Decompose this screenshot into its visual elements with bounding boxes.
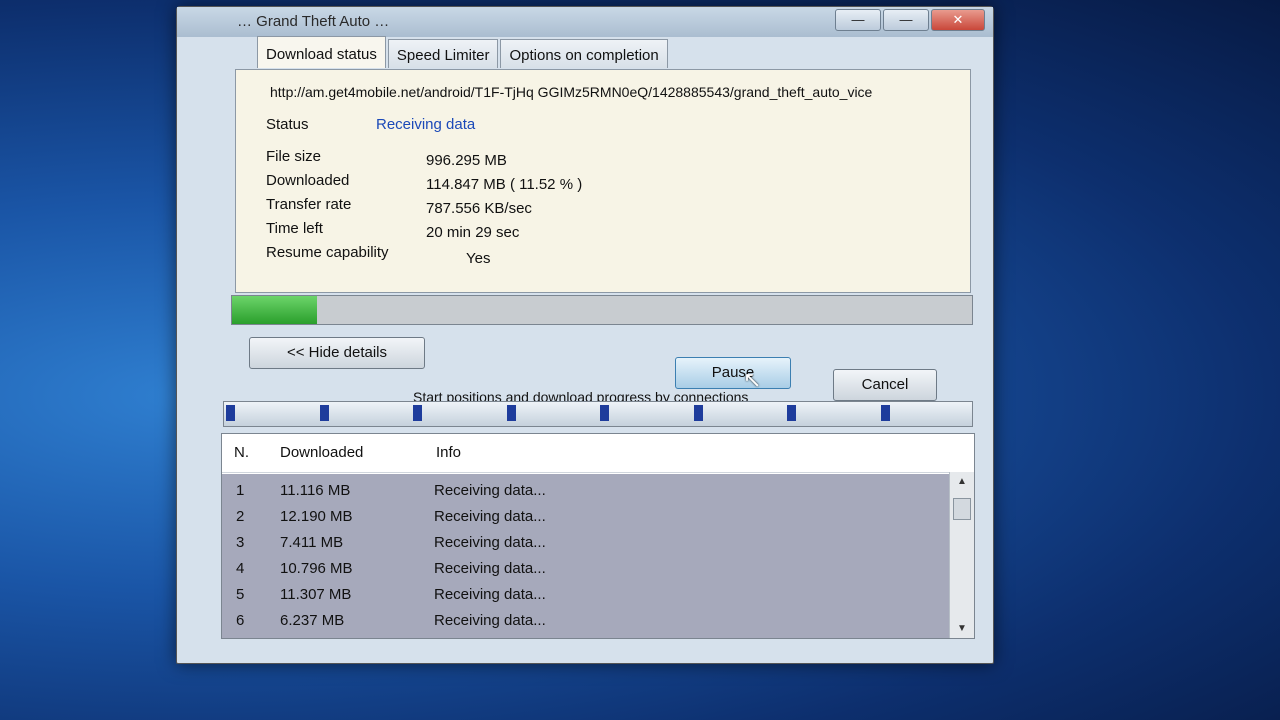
connection-start-marker bbox=[881, 405, 890, 421]
download-progress-bar bbox=[231, 295, 973, 325]
connection-start-marker bbox=[226, 405, 235, 421]
transfer-rate-label: Transfer rate bbox=[266, 196, 352, 213]
cell-n: 3 bbox=[236, 534, 245, 551]
tab-options-on-completion[interactable]: Options on completion bbox=[500, 39, 668, 68]
hide-details-button[interactable]: << Hide details bbox=[249, 337, 425, 369]
connections-table: N. Downloaded Info 1 11.116 MB Receiving… bbox=[221, 433, 975, 639]
cell-n: 5 bbox=[236, 586, 245, 603]
download-status-panel: http://am.get4mobile.net/android/T1F-TjH… bbox=[235, 69, 971, 293]
table-row[interactable]: 2 12.190 MB Receiving data... bbox=[222, 504, 950, 530]
downloaded-value: 114.847 MB ( 11.52 % ) bbox=[426, 176, 583, 193]
tab-speed-limiter[interactable]: Speed Limiter bbox=[387, 39, 499, 68]
download-url: http://am.get4mobile.net/android/T1F-TjH… bbox=[270, 84, 873, 100]
cell-info: Receiving data... bbox=[434, 586, 546, 603]
cell-info: Receiving data... bbox=[434, 534, 546, 551]
window-title: … Grand Theft Auto … bbox=[237, 13, 390, 30]
resume-capability-label: Resume capability bbox=[266, 244, 389, 261]
cancel-button[interactable]: Cancel bbox=[833, 369, 937, 401]
download-dialog: … Grand Theft Auto … — — ✕ Download stat… bbox=[176, 6, 994, 664]
maximize-button[interactable]: — bbox=[883, 9, 929, 31]
cell-downloaded: 11.307 MB bbox=[280, 586, 352, 603]
scroll-up-arrow-icon[interactable]: ▲ bbox=[950, 476, 974, 487]
time-left-label: Time left bbox=[266, 220, 323, 237]
table-header: N. Downloaded Info bbox=[222, 434, 950, 473]
cell-downloaded: 11.116 MB bbox=[280, 482, 351, 499]
cell-n: 2 bbox=[236, 508, 245, 525]
column-header-downloaded[interactable]: Downloaded bbox=[280, 444, 363, 461]
table-body: 1 11.116 MB Receiving data... 2 12.190 M… bbox=[222, 474, 950, 638]
connections-progress-bar bbox=[223, 401, 973, 427]
connection-start-marker bbox=[694, 405, 703, 421]
table-row[interactable]: 6 6.237 MB Receiving data... bbox=[222, 608, 950, 634]
minimize-button[interactable]: — bbox=[835, 9, 881, 31]
tab-strip: Download status Speed Limiter Options on… bbox=[257, 36, 670, 68]
table-row[interactable]: 5 11.307 MB Receiving data... bbox=[222, 582, 950, 608]
cell-info: Receiving data... bbox=[434, 612, 546, 629]
connection-start-marker bbox=[787, 405, 796, 421]
file-size-value: 996.295 MB bbox=[426, 152, 507, 169]
cell-downloaded: 7.411 MB bbox=[280, 534, 344, 551]
scroll-down-arrow-icon[interactable]: ▼ bbox=[950, 623, 974, 634]
connection-start-marker bbox=[600, 405, 609, 421]
cell-downloaded: 12.190 MB bbox=[280, 508, 353, 525]
status-value: Receiving data bbox=[376, 116, 476, 133]
column-header-n[interactable]: N. bbox=[234, 444, 249, 461]
table-row[interactable]: 1 11.116 MB Receiving data... bbox=[222, 478, 950, 504]
connection-start-marker bbox=[413, 405, 422, 421]
connection-start-marker bbox=[507, 405, 516, 421]
transfer-rate-value: 787.556 KB/sec bbox=[426, 200, 532, 217]
cell-info: Receiving data... bbox=[434, 482, 546, 499]
scrollbar-thumb[interactable] bbox=[953, 498, 971, 520]
progress-fill bbox=[232, 296, 318, 324]
pause-button[interactable]: Pause bbox=[675, 357, 791, 389]
resume-capability-value: Yes bbox=[466, 250, 491, 267]
cell-info: Receiving data... bbox=[434, 560, 546, 577]
connection-start-marker bbox=[320, 405, 329, 421]
table-row[interactable]: 3 7.411 MB Receiving data... bbox=[222, 530, 950, 556]
status-label: Status bbox=[266, 116, 309, 133]
cell-info: Receiving data... bbox=[434, 508, 546, 525]
column-header-info[interactable]: Info bbox=[436, 444, 461, 461]
downloaded-label: Downloaded bbox=[266, 172, 350, 189]
table-scrollbar[interactable]: ▲ ▼ bbox=[949, 472, 974, 638]
time-left-value: 20 min 29 sec bbox=[426, 224, 520, 241]
file-size-label: File size bbox=[266, 148, 322, 165]
cell-downloaded: 10.796 MB bbox=[280, 560, 353, 577]
cell-n: 4 bbox=[236, 560, 245, 577]
tab-download-status[interactable]: Download status bbox=[257, 36, 386, 68]
table-row[interactable]: 4 10.796 MB Receiving data... bbox=[222, 556, 950, 582]
title-bar[interactable]: … Grand Theft Auto … — — ✕ bbox=[177, 7, 993, 37]
cell-downloaded: 6.237 MB bbox=[280, 612, 345, 629]
cell-n: 1 bbox=[236, 482, 245, 499]
close-button[interactable]: ✕ bbox=[931, 9, 985, 31]
cell-n: 6 bbox=[236, 612, 245, 629]
